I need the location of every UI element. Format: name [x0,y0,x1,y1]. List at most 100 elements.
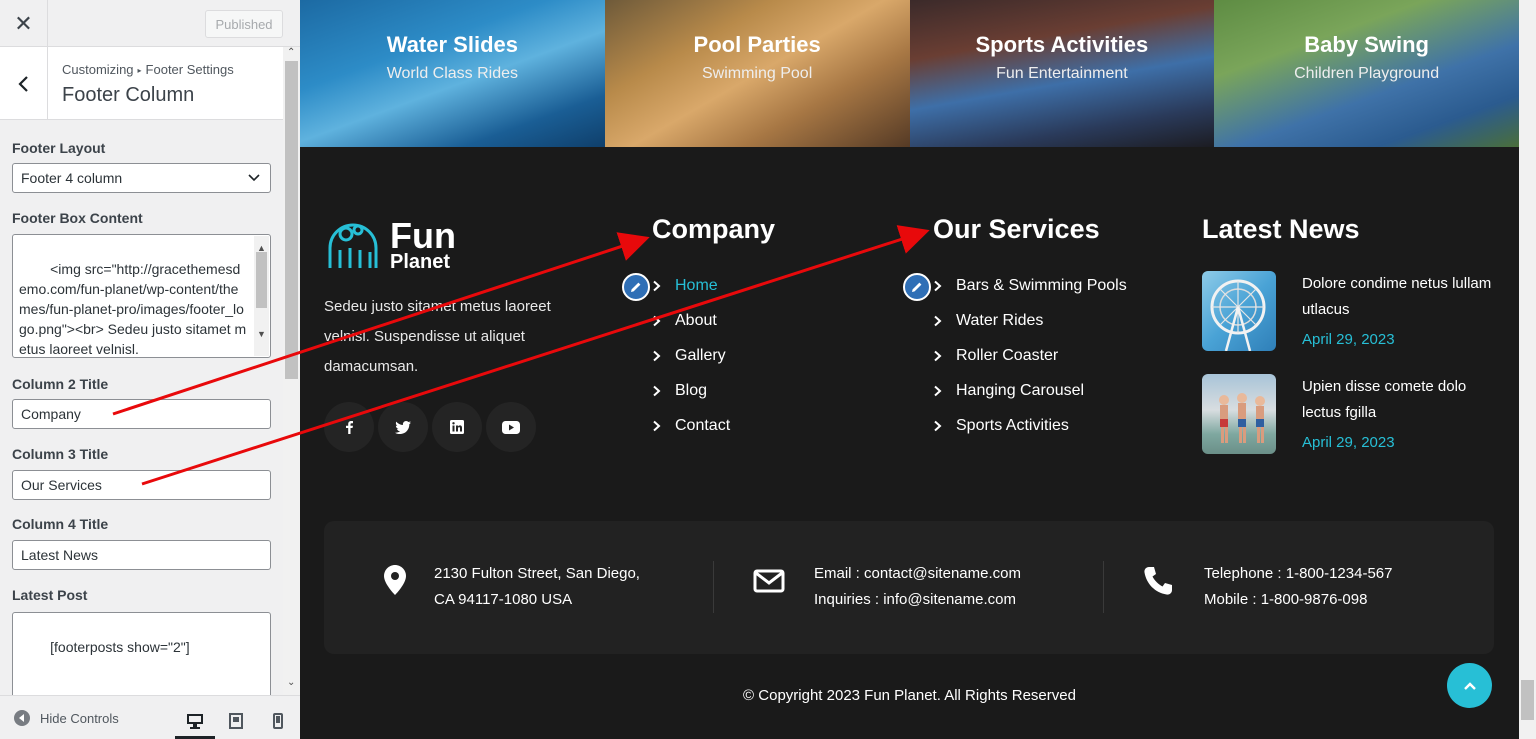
tile-subtitle: Swimming Pool [701,65,813,82]
chevron-right-icon [652,350,675,362]
divider [713,561,714,613]
news-item[interactable]: Upien disse comete dolo lectus fgilla Ap… [1202,374,1502,456]
edit-shortcut-button[interactable] [903,273,931,301]
column2-title-input[interactable] [12,399,271,429]
breadcrumb-root: Customizing [62,62,134,77]
logo-line1: Fun [390,215,456,256]
company-menu: Home About Gallery Blog Contact [652,268,730,443]
textarea-scrollbar[interactable]: ▲ ▼ [254,236,269,356]
address-line2: CA 94117-1080 USA [434,591,573,608]
news-thumbnail[interactable] [1202,271,1276,351]
tile-title: Sports Activities [975,32,1149,57]
hide-controls-label: Hide Controls [40,710,119,726]
telephone-line[interactable]: Telephone : 1-800-1234-567 [1204,561,1392,587]
breadcrumb-separator-icon: ▸ [137,66,142,75]
latest-post-textarea[interactable]: [footerposts show="2"] [12,612,271,695]
customizer-header: ✕ Published [0,0,300,47]
logo-line2: Planet [390,251,451,273]
news-item-title[interactable]: Upien disse comete dolo lectus fgilla [1302,374,1502,426]
mobile-preview-button[interactable] [264,708,292,734]
back-button[interactable] [0,47,48,120]
tablet-preview-button[interactable] [222,708,250,734]
company-menu-item[interactable]: About [652,303,730,338]
ferris-wheel-logo-icon [328,223,378,268]
divider [1103,561,1104,613]
chevron-right-icon [652,315,675,327]
scroll-down-icon[interactable]: ▼ [257,324,266,344]
footer-layout-label: Footer Layout [12,140,106,156]
social-links [324,402,536,452]
services-menu-item[interactable]: Sports Activities [933,408,1127,443]
scroll-up-icon[interactable]: ⌃ [287,47,295,58]
twitter-link[interactable] [378,402,428,452]
news-item-date: April 29, 2023 [1302,331,1395,348]
email-line[interactable]: Email : contact@sitename.com [814,561,1021,587]
chevron-right-icon [933,420,956,432]
inquiries-line[interactable]: Inquiries : info@sitename.com [814,587,1021,613]
news-item-title[interactable]: Dolore condime netus lullam utlacus [1302,271,1502,323]
services-menu-item[interactable]: Roller Coaster [933,338,1127,373]
chevron-right-icon [652,385,675,397]
company-menu-item[interactable]: Contact [652,408,730,443]
column4-title-input[interactable] [12,540,271,570]
menu-item-label: About [675,311,717,329]
back-to-top-button[interactable] [1447,663,1492,708]
news-item[interactable]: Dolore condime netus lullam utlacus Apri… [1202,271,1502,353]
menu-item-label: Roller Coaster [956,346,1059,364]
services-menu-item[interactable]: Hanging Carousel [933,373,1127,408]
chevron-right-icon [933,280,956,292]
chevron-right-icon [933,385,956,397]
youtube-link[interactable] [486,402,536,452]
preview-scroll-thumb[interactable] [1521,680,1534,720]
feature-tile[interactable]: Baby Swing Children Playground [1214,0,1519,147]
section-header: Customizing ▸ Footer Settings Footer Colum… [0,47,283,120]
hide-controls-button[interactable]: Hide Controls [14,710,119,726]
services-menu: Bars & Swimming Pools Water Rides Roller… [933,268,1127,443]
edit-shortcut-button[interactable] [622,273,650,301]
footer-layout-select[interactable]: Footer 4 column [12,163,271,193]
footer-logo[interactable]: Fun Planet [324,218,456,274]
chevron-right-icon [933,315,956,327]
footer-box-content-textarea[interactable]: <img src="http://gracethemesdemo.com/fun… [12,234,271,358]
tile-subtitle: World Class Rides [386,65,519,82]
company-menu-item[interactable]: Home [652,268,730,303]
sidebar-scroll-thumb[interactable] [285,61,298,379]
column3-title-label: Column 3 Title [12,446,109,462]
sidebar-scrollbar[interactable]: ⌃ ⌄ [283,47,300,695]
kids-photo [1219,393,1265,443]
location-pin-icon [384,565,406,595]
footer-layout-value: Footer 4 column [21,170,123,186]
published-button[interactable]: Published [205,10,283,38]
mobile-line[interactable]: Mobile : 1-800-9876-098 [1204,587,1392,613]
preview-scrollbar[interactable] [1519,0,1536,739]
feature-tile[interactable]: Water Slides World Class Rides [300,0,605,147]
feature-tile[interactable]: Sports Activities Fun Entertainment [909,0,1215,147]
scroll-down-icon[interactable]: ⌄ [287,677,295,688]
close-customizer-button[interactable]: ✕ [0,0,48,47]
column3-title-input[interactable] [12,470,271,500]
feature-tile[interactable]: Pool Parties Swimming Pool [604,0,910,147]
company-menu-item[interactable]: Blog [652,373,730,408]
company-menu-item[interactable]: Gallery [652,338,730,373]
column2-title-label: Column 2 Title [12,376,109,392]
desktop-preview-button[interactable] [181,708,209,734]
latest-post-label: Latest Post [12,587,88,603]
menu-item-label: Home [675,276,718,294]
customizer-footer: Hide Controls [0,695,300,739]
chevron-right-icon [933,350,956,362]
tablet-icon [229,713,243,729]
customizer-sidebar: ✕ Published Customizing ▸ Footer Settings … [0,0,300,739]
tile-subtitle: Fun Entertainment [996,65,1128,82]
news-thumbnail[interactable] [1202,374,1276,454]
mobile-icon [273,713,283,729]
section-title: Footer Column [62,84,195,106]
youtube-icon [502,420,520,434]
breadcrumb: Customizing ▸ Footer Settings [62,62,234,77]
feature-banner: Water Slides World Class Rides Pool Part… [300,0,1519,147]
textarea-scroll-thumb[interactable] [256,252,267,308]
linkedin-link[interactable] [432,402,482,452]
facebook-link[interactable] [324,402,374,452]
services-menu-item[interactable]: Water Rides [933,303,1127,338]
menu-item-label: Contact [675,416,731,434]
services-menu-item[interactable]: Bars & Swimming Pools [933,268,1127,303]
